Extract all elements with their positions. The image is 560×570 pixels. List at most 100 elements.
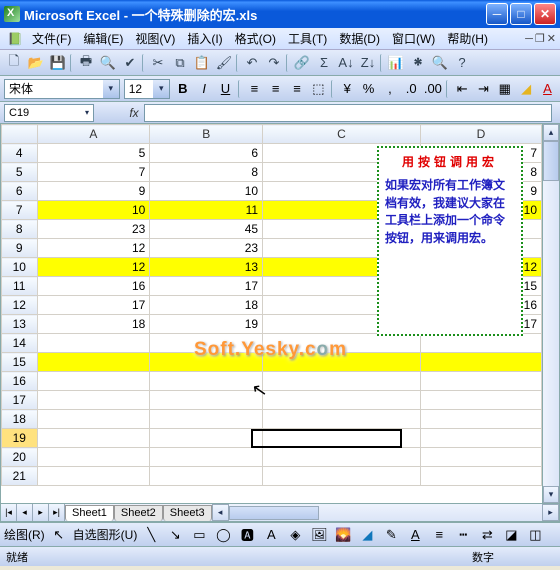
cell[interactable]: 8 <box>150 163 263 182</box>
font-color-draw-icon[interactable]: A <box>405 525 425 545</box>
cell[interactable]: 18 <box>37 315 150 334</box>
drawing-icon[interactable]: 🞸 <box>408 53 428 73</box>
cell[interactable]: 23 <box>150 239 263 258</box>
row-header[interactable]: 4 <box>2 144 38 163</box>
shadow-icon[interactable]: ◪ <box>501 525 521 545</box>
dash-style-icon[interactable]: ┅ <box>453 525 473 545</box>
minimize-button[interactable]: ─ <box>486 3 508 25</box>
formula-input[interactable] <box>144 104 552 122</box>
undo-icon[interactable]: ↶ <box>242 53 262 73</box>
scroll-down-icon[interactable]: ▾ <box>543 486 559 503</box>
row-header[interactable]: 20 <box>2 448 38 467</box>
row-header[interactable]: 11 <box>2 277 38 296</box>
cell[interactable] <box>263 467 421 486</box>
chevron-down-icon[interactable]: ▾ <box>153 80 169 98</box>
cell-grid[interactable]: A B C D 45677578986910971011108234591223… <box>1 124 542 503</box>
cell[interactable]: 16 <box>37 277 150 296</box>
textbox-icon[interactable]: 🅰 <box>237 525 257 545</box>
scroll-up-icon[interactable]: ▴ <box>543 124 559 141</box>
row-header[interactable]: 12 <box>2 296 38 315</box>
tab-prev-icon[interactable]: ◂ <box>17 504 33 521</box>
scroll-left-icon[interactable]: ◂ <box>212 504 229 521</box>
cell[interactable] <box>150 467 263 486</box>
italic-button[interactable]: I <box>196 79 213 99</box>
row-header[interactable]: 15 <box>2 353 38 372</box>
maximize-button[interactable]: □ <box>510 3 532 25</box>
borders-icon[interactable]: ▦ <box>496 79 513 99</box>
cell[interactable]: 18 <box>150 296 263 315</box>
spell-icon[interactable]: ✔ <box>120 53 140 73</box>
row-header[interactable]: 21 <box>2 467 38 486</box>
cell[interactable] <box>37 410 150 429</box>
open-icon[interactable]: 📂 <box>26 53 46 73</box>
cell[interactable]: 12 <box>37 258 150 277</box>
tab-last-icon[interactable]: ▸| <box>49 504 65 521</box>
doc-restore-button[interactable]: ❐ <box>535 32 545 45</box>
cell[interactable]: 6 <box>150 144 263 163</box>
percent-icon[interactable]: % <box>360 79 377 99</box>
scroll-track[interactable] <box>543 181 559 486</box>
scroll-thumb[interactable] <box>543 141 559 181</box>
line-color-icon[interactable]: ✎ <box>381 525 401 545</box>
cell[interactable] <box>150 448 263 467</box>
row-header[interactable]: 14 <box>2 334 38 353</box>
cut-icon[interactable]: ✂ <box>148 53 168 73</box>
cell[interactable]: 7 <box>37 163 150 182</box>
cell[interactable] <box>263 448 421 467</box>
cell[interactable] <box>37 353 150 372</box>
scroll-right-icon[interactable]: ▸ <box>542 504 559 521</box>
doc-minimize-button[interactable]: ─ <box>525 33 533 45</box>
redo-icon[interactable]: ↷ <box>264 53 284 73</box>
cell[interactable]: 17 <box>150 277 263 296</box>
menu-help[interactable]: 帮助(H) <box>441 28 494 49</box>
3d-icon[interactable]: ◫ <box>525 525 545 545</box>
picture-icon[interactable]: 🌄 <box>333 525 353 545</box>
cell[interactable]: 13 <box>150 258 263 277</box>
menu-insert[interactable]: 插入(I) <box>181 28 228 49</box>
row-header[interactable]: 13 <box>2 315 38 334</box>
col-header-b[interactable]: B <box>150 125 263 144</box>
cell[interactable]: 19 <box>150 315 263 334</box>
save-icon[interactable]: 💾 <box>48 53 68 73</box>
row-header[interactable]: 5 <box>2 163 38 182</box>
col-header-d[interactable]: D <box>420 125 541 144</box>
cell[interactable] <box>263 391 421 410</box>
align-center-icon[interactable]: ≡ <box>267 79 284 99</box>
vertical-scrollbar[interactable]: ▴ ▾ <box>542 124 559 503</box>
chevron-down-icon[interactable]: ▾ <box>103 80 119 98</box>
excel-doc-icon[interactable]: 📗 <box>4 28 26 50</box>
new-icon[interactable]: 🗋 <box>4 53 24 73</box>
inc-decimal-icon[interactable]: .0 <box>403 79 420 99</box>
wordart-icon[interactable]: A <box>261 525 281 545</box>
hscroll-thumb[interactable] <box>229 506 319 520</box>
tab-sheet1[interactable]: Sheet1 <box>65 505 114 521</box>
cell[interactable] <box>37 429 150 448</box>
row-header[interactable]: 10 <box>2 258 38 277</box>
menu-format[interactable]: 格式(O) <box>229 28 282 49</box>
row-header[interactable]: 16 <box>2 372 38 391</box>
format-painter-icon[interactable]: 🖌 <box>214 53 234 73</box>
cell[interactable] <box>263 429 421 448</box>
cell[interactable]: 10 <box>150 182 263 201</box>
line-style-icon[interactable]: ≡ <box>429 525 449 545</box>
row-header[interactable]: 9 <box>2 239 38 258</box>
line-icon[interactable]: ╲ <box>141 525 161 545</box>
cell[interactable]: 17 <box>37 296 150 315</box>
sort-asc-icon[interactable]: A↓ <box>336 53 356 73</box>
hyperlink-icon[interactable]: 🔗 <box>292 53 312 73</box>
menu-window[interactable]: 窗口(W) <box>386 28 441 49</box>
help-icon[interactable]: ? <box>452 53 472 73</box>
cell[interactable] <box>150 410 263 429</box>
fill-color-icon[interactable]: ◢ <box>517 79 534 99</box>
autoshapes-menu[interactable]: 自选图形(U) <box>73 526 138 543</box>
select-all-corner[interactable] <box>2 125 38 144</box>
cell[interactable]: 11 <box>150 201 263 220</box>
cell[interactable] <box>150 429 263 448</box>
tab-sheet2[interactable]: Sheet2 <box>114 505 163 521</box>
arrow-icon[interactable]: ↘ <box>165 525 185 545</box>
preview-icon[interactable]: 🔍 <box>98 53 118 73</box>
cell[interactable]: 9 <box>37 182 150 201</box>
row-header[interactable]: 6 <box>2 182 38 201</box>
bold-button[interactable]: B <box>174 79 191 99</box>
font-combo[interactable]: 宋体 ▾ <box>4 79 120 99</box>
